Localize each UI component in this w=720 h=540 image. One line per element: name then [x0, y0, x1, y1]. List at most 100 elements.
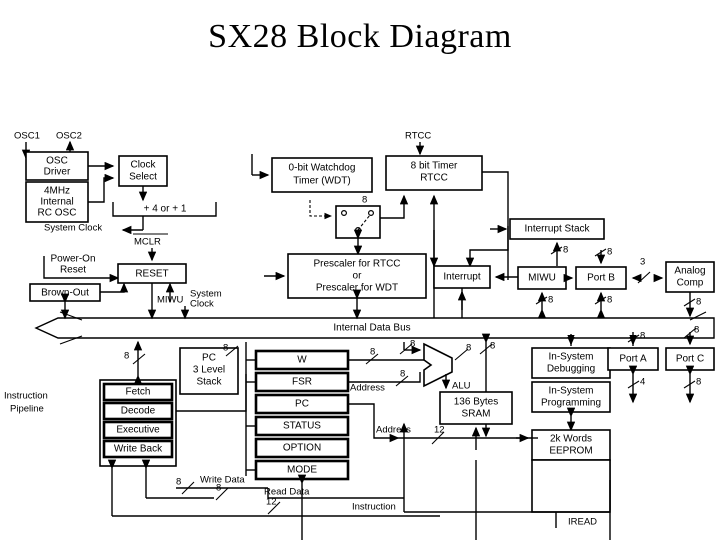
portb-3-width: 3 — [640, 257, 645, 268]
eeprom-label-1: 2k Words — [550, 434, 592, 445]
isd-label-2: Debugging — [547, 364, 595, 375]
slide-page: SX28 Block Diagram OSC1 OSC2 OSC Driver … — [0, 0, 720, 540]
eeprom-spacer — [531, 459, 611, 513]
power-on-reset-label-2: Reset — [60, 265, 86, 276]
alu-shape — [423, 342, 453, 388]
porta-out-width: 4 — [640, 377, 645, 388]
internal-rc-label-3: RC OSC — [38, 208, 77, 219]
switch-to-rtcc — [380, 194, 409, 219]
rtcc-to-interrupt — [465, 226, 509, 268]
miwu-right-label: MIWU — [528, 273, 556, 284]
register-pc-label: PC — [295, 399, 309, 410]
wdt-label-1: 0-bit Watchdog — [289, 163, 356, 174]
iread-label: IREAD — [568, 517, 597, 528]
isd-label-1: In-System — [548, 352, 593, 363]
write-data-width: 8 — [176, 477, 181, 488]
register-mode-label: MODE — [287, 465, 317, 476]
internal-rc-label-1: 4MHz — [44, 186, 70, 197]
executive-label: Executive — [116, 425, 160, 436]
port-a-label: Port A — [619, 354, 647, 365]
pc-stack-label-1: PC — [202, 353, 216, 364]
register-w-label: W — [297, 355, 307, 366]
osc-driver-label-1: OSC — [46, 156, 68, 167]
portc-in-width: 8 — [694, 325, 699, 336]
prescaler-label-3: Prescaler for WDT — [316, 283, 398, 294]
internal-data-bus-label: Internal Data Bus — [333, 323, 410, 334]
write-back-label: Write Back — [114, 444, 163, 455]
register-status-label: STATUS — [283, 421, 321, 432]
rtcc-timer-label-1: 8 bit Timer — [411, 161, 458, 172]
portb-bot-width: 8 — [607, 295, 612, 306]
alu-label: ALU — [452, 381, 471, 392]
portc-out-width: 8 — [696, 377, 701, 388]
alu-out-width: 8 — [466, 343, 471, 354]
instruction-width: 12 — [266, 497, 277, 508]
read-data-width: 8 — [216, 483, 221, 494]
reset-label: RESET — [135, 269, 168, 280]
pipeline-slash — [132, 353, 146, 365]
rtcc-right-line — [482, 171, 509, 280]
bus-left-tick-1 — [59, 311, 83, 321]
decode-label: Decode — [121, 406, 156, 417]
register-option-label: OPTION — [283, 443, 321, 454]
rtcc-timer-label-2: RTCC — [420, 173, 448, 184]
osc-driver-label-2: Driver — [44, 167, 71, 178]
pc-bus-width: 8 — [223, 343, 228, 354]
wdt-label-2: Timer (WDT) — [293, 176, 350, 187]
instruction-label: Instruction — [352, 502, 396, 513]
register-fsr-label: FSR — [292, 377, 312, 388]
miwu-left-label: MIWU — [157, 295, 184, 306]
eeprom-label-2: EEPROM — [549, 446, 592, 457]
brown-out-to-reset — [100, 282, 129, 293]
interrupt-label: Interrupt — [443, 272, 480, 283]
stack-bus-width: 8 — [563, 245, 568, 256]
isp-label-1: In-System — [548, 386, 593, 397]
brown-out-label: Brown-Out — [41, 288, 89, 299]
page-title: SX28 Block Diagram — [208, 18, 512, 55]
address-label-1: Address — [350, 383, 385, 394]
port-b-label: Port B — [587, 273, 615, 284]
rc-osc-to-clock-select — [88, 173, 115, 203]
pc-stack-label-3: Stack — [196, 377, 222, 388]
w-bus-width: 8 — [370, 347, 375, 358]
port-c-label: Port C — [676, 354, 704, 365]
portb-top-width: 8 — [607, 247, 612, 258]
timer-bus-width: 8 — [362, 195, 367, 206]
prescaler-label-2: or — [353, 271, 363, 282]
prescaler-label-1: Prescaler for RTCC — [313, 259, 400, 270]
bus-right-tick — [689, 311, 707, 321]
clock-select-label-1: Clock — [130, 160, 156, 171]
fsr-out-line — [348, 372, 421, 383]
address-label-2: Address — [376, 425, 411, 436]
sram-label-1: 136 Bytes — [454, 397, 498, 408]
analog-comp-label-2: Comp — [677, 278, 704, 289]
system-clock-2-label-2: Clock — [190, 299, 214, 310]
wdt-to-switch — [309, 200, 333, 220]
analog-bus-width: 8 — [696, 297, 701, 308]
alu-bus-width: 8 — [490, 341, 495, 352]
power-on-reset-label-1: Power-On — [50, 254, 95, 265]
bus-left-tick-2 — [59, 335, 83, 345]
pipeline-bus-width: 8 — [124, 351, 129, 362]
write-data-label: Write Data — [200, 475, 245, 486]
system-clock-label: System Clock — [44, 223, 102, 234]
pc-stack-label-2: 3 Level — [193, 365, 225, 376]
address-12-width: 12 — [434, 425, 445, 436]
instruction-pipeline-label-1: Instruction — [4, 391, 48, 402]
fetch-label: Fetch — [125, 387, 150, 398]
miwu-bus-width: 8 — [548, 295, 553, 306]
divider-label: + 4 or + 1 — [144, 204, 187, 215]
rtcc-pin-label: RTCC — [405, 131, 431, 142]
fsr-bus-width: 8 — [400, 369, 405, 380]
isp-label-2: Programming — [541, 398, 601, 409]
internal-rc-label-2: Internal — [40, 197, 73, 208]
analog-comp-label-1: Analog — [674, 266, 705, 277]
label-osc2: OSC2 — [56, 131, 82, 142]
interrupt-stack-label: Interrupt Stack — [524, 224, 590, 235]
clock-select-label-2: Select — [129, 172, 157, 183]
instruction-pipeline-label-2: Pipeline — [10, 404, 44, 415]
porta-in-width: 8 — [640, 331, 645, 342]
alu-in-width: 8 — [410, 339, 415, 350]
mclr-label: MCLR — [134, 237, 161, 248]
label-osc1: OSC1 — [14, 131, 40, 142]
